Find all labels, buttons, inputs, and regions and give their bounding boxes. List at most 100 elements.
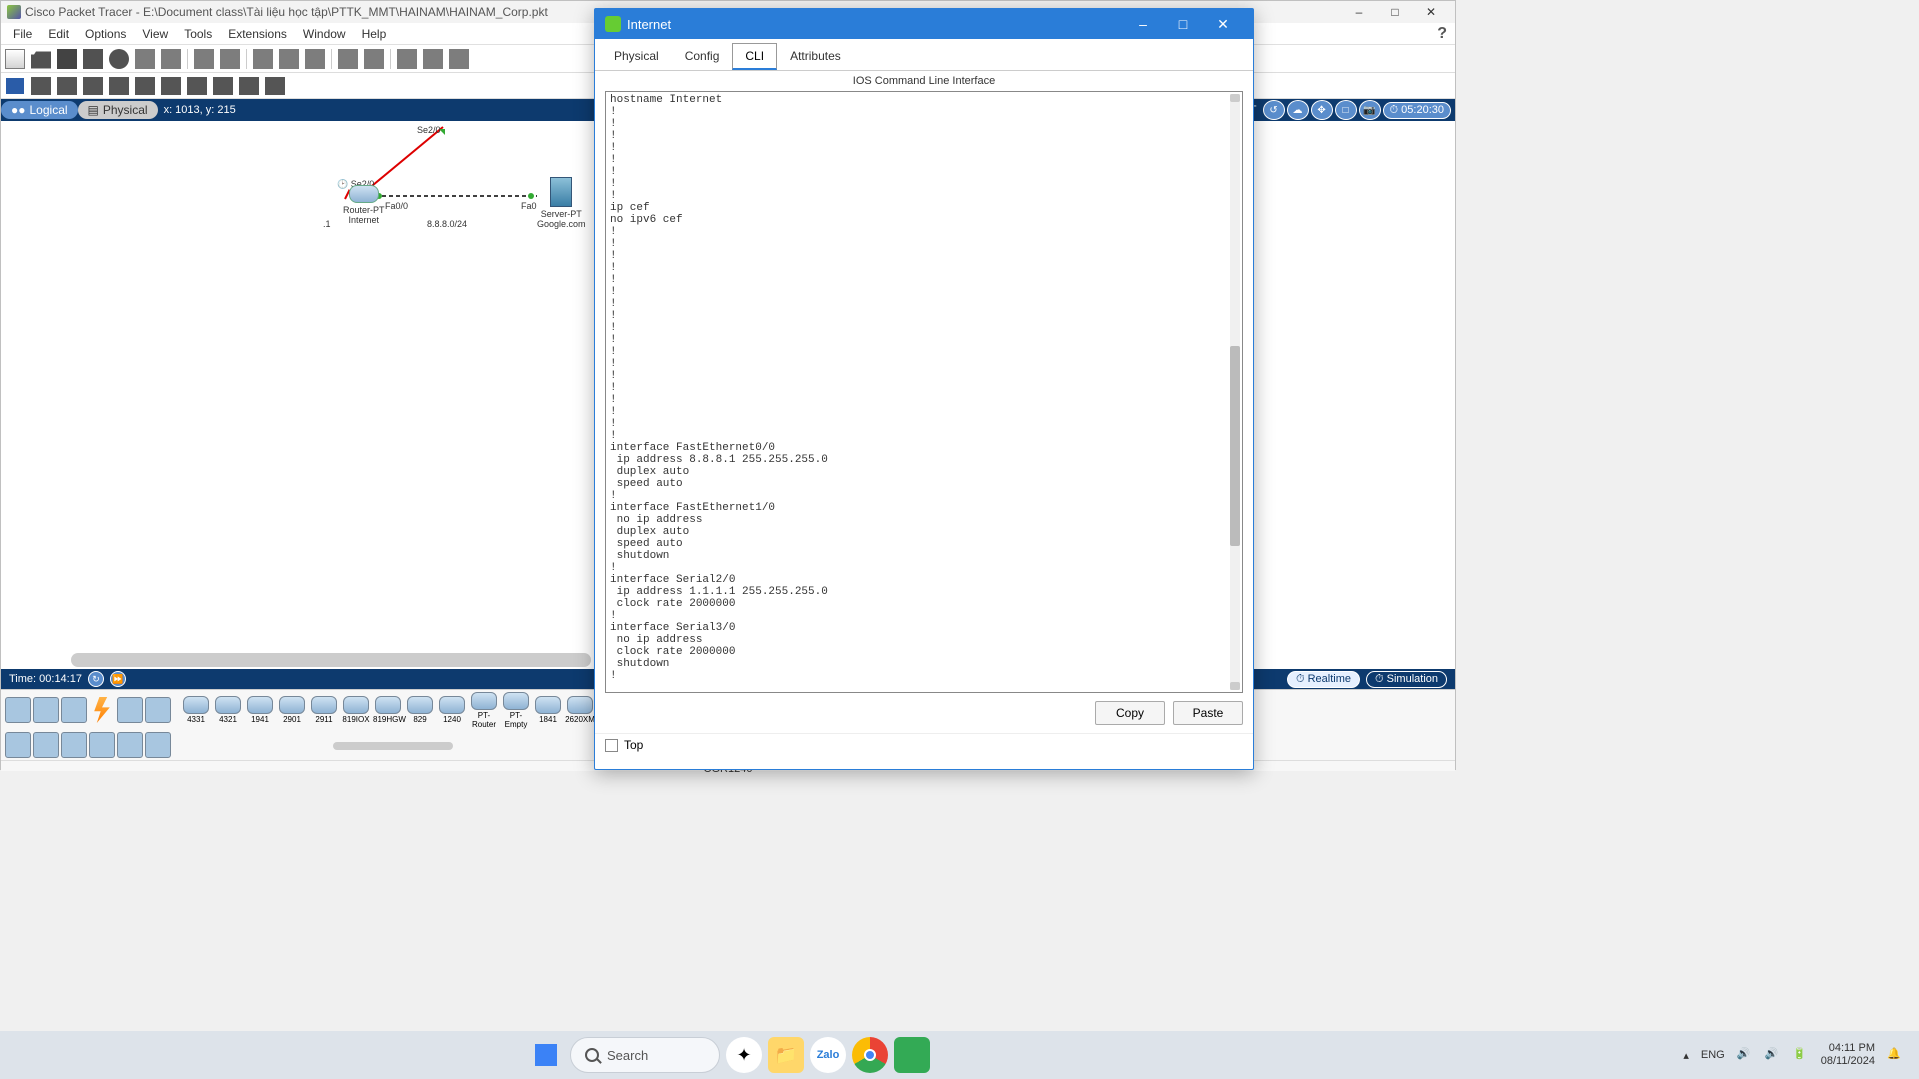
dialog-maximize-button[interactable]: □: [1163, 9, 1203, 39]
tool-b-icon[interactable]: [423, 49, 443, 69]
menu-view[interactable]: View: [134, 25, 176, 43]
start-button[interactable]: [528, 1037, 564, 1073]
scroll-down-icon[interactable]: [1230, 682, 1240, 690]
logical-view-tab[interactable]: ●● Logical: [1, 101, 78, 119]
menu-help[interactable]: Help: [354, 25, 395, 43]
simulation-tab[interactable]: ⏱ Simulation: [1366, 671, 1447, 688]
nav-move-icon[interactable]: ✥: [1311, 100, 1333, 120]
menu-extensions[interactable]: Extensions: [220, 25, 295, 43]
device-chip[interactable]: 4321: [213, 696, 243, 724]
complex-pdu-icon[interactable]: [265, 77, 285, 95]
canvas-horizontal-scrollbar[interactable]: [71, 653, 591, 667]
drawing-palette-icon[interactable]: [338, 49, 358, 69]
palette-scrollbar[interactable]: [333, 742, 453, 750]
wizard-icon[interactable]: [109, 49, 129, 69]
menu-tools[interactable]: Tools: [176, 25, 220, 43]
note-tool-icon[interactable]: [109, 77, 129, 95]
scroll-thumb[interactable]: [1230, 346, 1240, 546]
category-misc-icon[interactable]: [117, 697, 143, 723]
device-chip[interactable]: 1240: [437, 696, 467, 724]
zoom-out-icon[interactable]: [305, 49, 325, 69]
paste-button[interactable]: Paste: [1173, 701, 1243, 725]
print-icon[interactable]: [83, 49, 103, 69]
device-chip[interactable]: 829: [405, 696, 435, 724]
cli-output[interactable]: hostname Internet ! ! ! ! ! ! ! ! ip cef…: [606, 92, 1242, 692]
paste-icon[interactable]: [161, 49, 181, 69]
tray-clock[interactable]: 04:11 PM 08/11/2024: [1821, 1042, 1875, 1068]
close-button[interactable]: ✕: [1413, 1, 1449, 23]
realtime-tab[interactable]: ⏱ Realtime: [1287, 671, 1360, 688]
resize-tool-icon[interactable]: [83, 77, 103, 95]
taskbar-search[interactable]: Search: [570, 1037, 720, 1073]
simple-pdu-icon[interactable]: [239, 77, 259, 95]
maximize-button[interactable]: □: [1377, 1, 1413, 23]
menu-edit[interactable]: Edit: [40, 25, 77, 43]
dialog-minimize-button[interactable]: –: [1123, 9, 1163, 39]
tab-physical[interactable]: Physical: [601, 43, 672, 70]
line-tool-icon[interactable]: [135, 77, 155, 95]
device-chip[interactable]: 819IOX: [341, 696, 371, 724]
device-chip[interactable]: 2620XM: [565, 696, 595, 724]
tab-config[interactable]: Config: [672, 43, 733, 70]
new-file-icon[interactable]: [5, 49, 25, 69]
category-multiuser-icon[interactable]: [145, 697, 171, 723]
nav-cluster-icon[interactable]: ☁: [1287, 100, 1309, 120]
taskbar-app-zalo[interactable]: Zalo: [810, 1037, 846, 1073]
copy-icon[interactable]: [135, 49, 155, 69]
subcat-wireless-icon[interactable]: [89, 732, 115, 758]
tray-notifications-icon[interactable]: 🔔: [1887, 1047, 1903, 1063]
taskbar-app-copilot[interactable]: ✦: [726, 1037, 762, 1073]
inspect-tool-icon[interactable]: [31, 77, 51, 95]
device-chip[interactable]: 4331: [181, 696, 211, 724]
freeform-tool-icon[interactable]: [213, 77, 233, 95]
nav-tile-icon[interactable]: □: [1335, 100, 1357, 120]
select-tool-icon[interactable]: [5, 77, 25, 95]
tray-battery-icon[interactable]: 🔋: [1793, 1047, 1809, 1063]
device-chip[interactable]: 1841: [533, 696, 563, 724]
dialog-title-bar[interactable]: Internet – □ ✕: [595, 9, 1253, 39]
device-chip[interactable]: PT-Empty: [501, 692, 531, 729]
subcat-wan-icon[interactable]: [145, 732, 171, 758]
tab-cli[interactable]: CLI: [732, 43, 777, 70]
cli-scrollbar[interactable]: [1230, 94, 1240, 690]
taskbar-app-chrome[interactable]: [852, 1037, 888, 1073]
tray-language[interactable]: ENG: [1701, 1049, 1725, 1061]
nav-back-icon[interactable]: ↺: [1263, 100, 1285, 120]
tool-c-icon[interactable]: [449, 49, 469, 69]
zoom-reset-icon[interactable]: [279, 49, 299, 69]
device-chip[interactable]: PT-Router: [469, 692, 499, 729]
subcat-hubs-icon[interactable]: [61, 732, 87, 758]
subcat-routers-icon[interactable]: [5, 732, 31, 758]
taskbar-app-packet-tracer[interactable]: [894, 1037, 930, 1073]
redo-icon[interactable]: [220, 49, 240, 69]
device-chip[interactable]: 2911: [309, 696, 339, 724]
fast-forward-icon[interactable]: ⏩: [110, 671, 126, 687]
menu-window[interactable]: Window: [295, 25, 354, 43]
ellipse-tool-icon[interactable]: [187, 77, 207, 95]
tab-attributes[interactable]: Attributes: [777, 43, 854, 70]
category-connections-icon[interactable]: [89, 697, 115, 723]
help-icon[interactable]: ?: [1437, 25, 1447, 43]
save-icon[interactable]: [57, 49, 77, 69]
copy-button[interactable]: Copy: [1095, 701, 1165, 725]
category-components-icon[interactable]: [61, 697, 87, 723]
custom-devices-icon[interactable]: [364, 49, 384, 69]
zoom-in-icon[interactable]: [253, 49, 273, 69]
tool-a-icon[interactable]: [397, 49, 417, 69]
tray-chevron-icon[interactable]: ▴: [1683, 1049, 1689, 1062]
open-file-icon[interactable]: [31, 49, 51, 69]
environment-time[interactable]: ⏱ 05:20:30: [1383, 102, 1451, 119]
menu-file[interactable]: File: [5, 25, 40, 43]
category-end-devices-icon[interactable]: [33, 697, 59, 723]
dialog-close-button[interactable]: ✕: [1203, 9, 1243, 39]
menu-options[interactable]: Options: [77, 25, 134, 43]
router-device[interactable]: Router-PT Internet: [343, 185, 385, 225]
delete-tool-icon[interactable]: [57, 77, 77, 95]
category-network-devices-icon[interactable]: [5, 697, 31, 723]
subcat-switches-icon[interactable]: [33, 732, 59, 758]
scroll-up-icon[interactable]: [1230, 94, 1240, 102]
device-chip[interactable]: 1941: [245, 696, 275, 724]
nav-viewport-icon[interactable]: 📷: [1359, 100, 1381, 120]
power-cycle-icon[interactable]: ↻: [88, 671, 104, 687]
tray-volume-icon[interactable]: 🔊: [1765, 1047, 1781, 1063]
